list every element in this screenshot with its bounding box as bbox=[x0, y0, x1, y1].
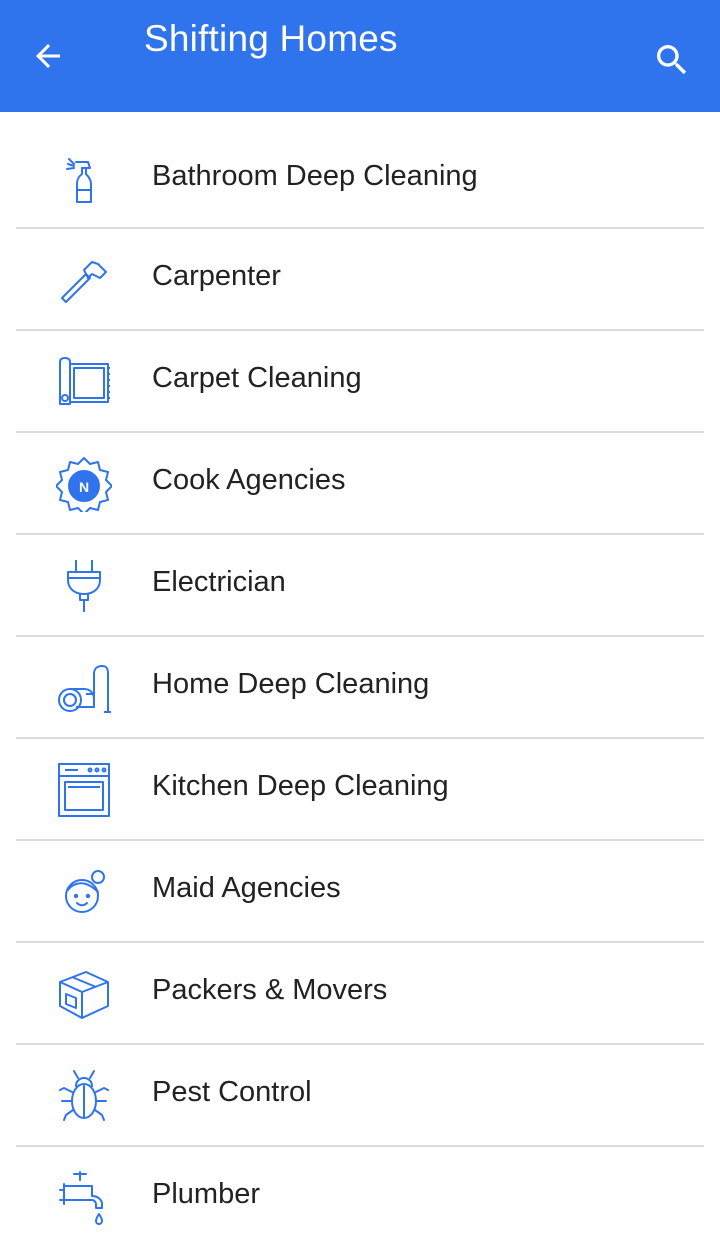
list-item-packers-movers[interactable]: Packers & Movers bbox=[0, 943, 720, 1045]
list-item-label: Carpet Cleaning bbox=[152, 362, 362, 394]
list-item-label: Carpenter bbox=[152, 260, 281, 292]
list-item-label: Maid Agencies bbox=[152, 872, 341, 904]
list-item-carpet-cleaning[interactable]: Carpet Cleaning bbox=[0, 331, 720, 433]
list-item-label: Pest Control bbox=[152, 1076, 312, 1108]
page-title: Shifting Homes bbox=[144, 18, 398, 59]
list-item-label: Plumber bbox=[152, 1178, 260, 1210]
maid-icon bbox=[54, 864, 114, 920]
list-item-maid-agencies[interactable]: Maid Agencies bbox=[0, 841, 720, 943]
list-item-label: Kitchen Deep Cleaning bbox=[152, 770, 449, 802]
list-item-label: Packers & Movers bbox=[152, 974, 388, 1006]
list-item-label: Home Deep Cleaning bbox=[152, 668, 430, 700]
list-item-kitchen-deep-cleaning[interactable]: Kitchen Deep Cleaning bbox=[0, 739, 720, 841]
cook-badge-icon: N bbox=[54, 456, 114, 512]
list-item-bathroom-deep-cleaning[interactable]: Bathroom Deep Cleaning bbox=[0, 128, 720, 229]
list-item-carpenter[interactable]: Carpenter bbox=[0, 229, 720, 331]
list-item-label: Bathroom Deep Cleaning bbox=[152, 160, 478, 192]
list-item-label: Electrician bbox=[152, 566, 286, 598]
hammer-icon bbox=[54, 252, 114, 308]
vacuum-cleaner-icon bbox=[54, 660, 114, 716]
box-icon bbox=[54, 966, 114, 1022]
bug-icon bbox=[54, 1068, 114, 1124]
list-item-label: Cook Agencies bbox=[152, 464, 346, 496]
arrow-back-icon bbox=[30, 38, 66, 74]
list-item-home-deep-cleaning[interactable]: Home Deep Cleaning bbox=[0, 637, 720, 739]
search-icon bbox=[652, 40, 692, 80]
service-list: Bathroom Deep Cleaning Carpenter Carpet … bbox=[0, 128, 720, 1249]
plug-icon bbox=[54, 558, 114, 614]
faucet-icon bbox=[54, 1170, 114, 1226]
carpet-roll-icon bbox=[54, 354, 114, 410]
search-button[interactable] bbox=[646, 34, 698, 86]
back-button[interactable] bbox=[22, 30, 74, 82]
oven-icon bbox=[54, 762, 114, 818]
list-item-pest-control[interactable]: Pest Control bbox=[0, 1045, 720, 1147]
svg-text:N: N bbox=[79, 479, 89, 495]
spray-bottle-icon bbox=[54, 150, 114, 206]
list-item-electrician[interactable]: Electrician bbox=[0, 535, 720, 637]
app-bar: Shifting Homes bbox=[0, 0, 720, 112]
list-item-cook-agencies[interactable]: N Cook Agencies bbox=[0, 433, 720, 535]
list-item-plumber[interactable]: Plumber bbox=[0, 1147, 720, 1249]
